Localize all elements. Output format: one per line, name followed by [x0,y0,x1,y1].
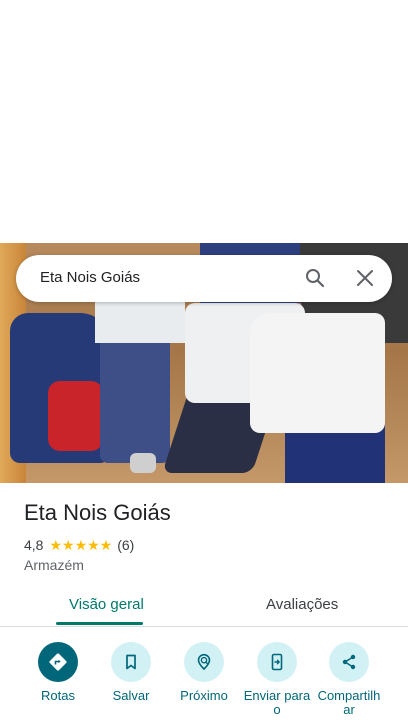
send-to-phone-button[interactable]: Enviar para o [242,642,312,717]
place-title: Eta Nois Goiás [24,500,171,525]
send-to-phone-icon [271,653,283,671]
place-category[interactable]: Armazém [24,557,84,573]
nearby-button-circle[interactable] [184,642,224,682]
nearby-button[interactable]: Próximo [169,642,239,703]
close-icon[interactable] [353,266,377,290]
save-button-circle[interactable] [111,642,151,682]
star-rating: ★★★★★ [49,536,113,553]
search-query[interactable]: Eta Nois Goiás [40,269,140,286]
divider [0,626,408,627]
tab-overview[interactable]: Visão geral [69,596,144,613]
search-icon[interactable] [303,266,327,290]
share-icon [342,654,356,670]
map-blank-area [0,0,408,243]
tab-indicator [56,622,143,625]
bookmark-icon [126,654,136,670]
save-button[interactable]: Salvar [96,642,166,703]
send-to-phone-label: Enviar para o [243,688,311,717]
photo-shape [130,453,156,473]
save-label: Salvar [112,688,150,703]
review-count: (6) [117,537,135,553]
photo-shape [48,381,103,451]
directions-button[interactable]: Rotas [23,642,93,703]
photo-shape [100,323,170,463]
rating-row[interactable]: 4,8 ★★★★★ (6) [24,536,134,554]
send-to-phone-button-circle[interactable] [257,642,297,682]
search-bar[interactable]: Eta Nois Goiás [16,255,392,302]
tab-reviews[interactable]: Avaliações [266,596,338,613]
directions-button-circle[interactable] [38,642,78,682]
share-button[interactable]: Compartilhar [314,642,384,717]
directions-label: Rotas [41,688,75,703]
directions-icon [49,653,67,671]
nearby-label: Próximo [180,688,228,703]
photo-shape [250,313,385,433]
share-label: Compartilhar [317,688,381,717]
share-button-circle[interactable] [329,642,369,682]
nearby-icon [197,653,211,671]
rating-value: 4,8 [24,537,44,553]
